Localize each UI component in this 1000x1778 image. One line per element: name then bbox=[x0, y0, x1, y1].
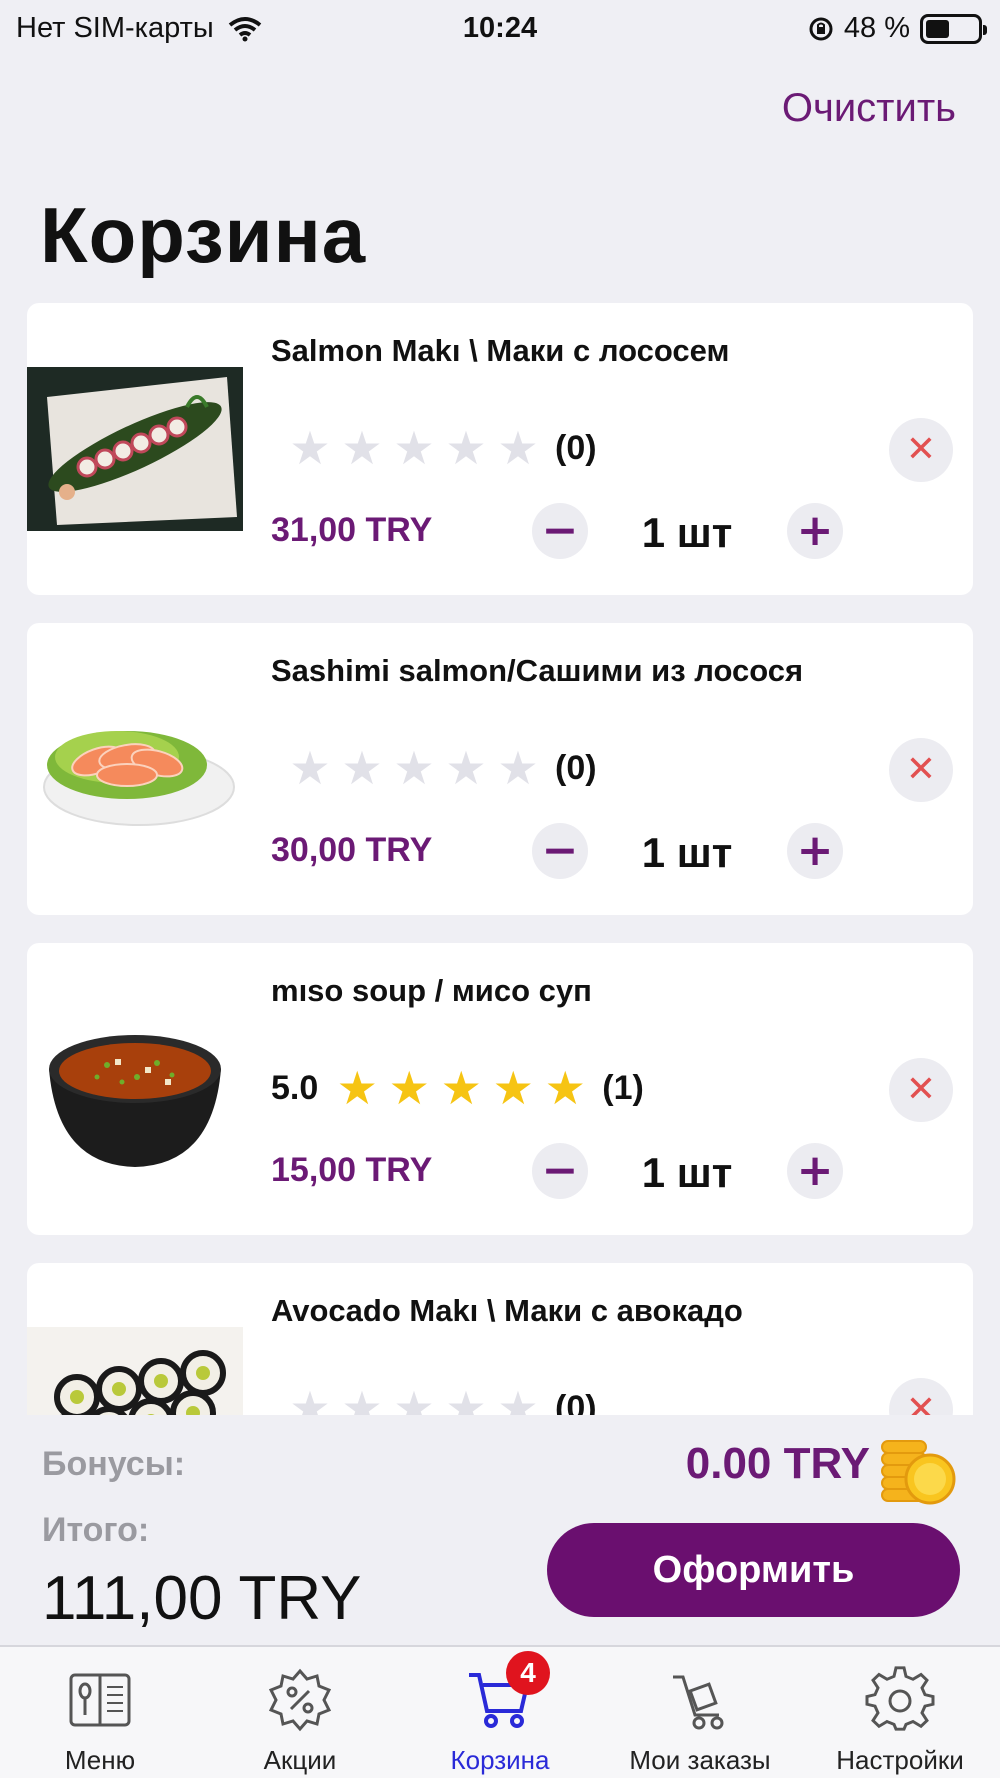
cart-list[interactable]: Salmon Makı \ Маки с лососем ★ ★ ★ ★ ★ (… bbox=[27, 303, 973, 1415]
star-icon: ★ bbox=[289, 1382, 331, 1415]
decrease-quantity-button[interactable]: − bbox=[532, 1143, 588, 1199]
cart-item[interactable]: mıso soup / мисо суп 5.0 ★ ★ ★ ★ ★ (1) 1… bbox=[27, 943, 973, 1235]
tab-label: Акции bbox=[263, 1745, 337, 1775]
star-icon: ★ bbox=[497, 1382, 539, 1415]
tab-promotions[interactable]: Акции bbox=[200, 1647, 400, 1778]
cart-item[interactable]: Avocado Makı \ Маки с авокадо ★ ★ ★ ★ ★ … bbox=[27, 1263, 973, 1415]
orientation-lock-icon bbox=[809, 17, 833, 40]
cart-item[interactable]: Sashimi salmon/Сашими из лосося ★ ★ ★ ★ … bbox=[27, 623, 973, 915]
item-name: Avocado Makı \ Маки с авокадо bbox=[271, 1293, 743, 1328]
total-value: 111,00 TRY bbox=[42, 1564, 362, 1633]
star-icon: ★ bbox=[341, 742, 383, 794]
star-icon: ★ bbox=[289, 742, 331, 794]
item-name: Sashimi salmon/Сашими из лосося bbox=[271, 653, 804, 688]
bonus-value: 0.00 TRY bbox=[685, 1439, 870, 1488]
order-summary: Бонусы: 0.00 TRY Итого: 111,00 TRY Оформ… bbox=[0, 1415, 1000, 1645]
tab-label: Мои заказы bbox=[629, 1745, 771, 1775]
star-icon: ★ bbox=[497, 422, 539, 474]
rating-stars: ★ ★ ★ ★ ★ bbox=[285, 745, 543, 791]
rating-count: (1) bbox=[602, 1068, 644, 1107]
item-rating: ★ ★ ★ ★ ★ (0) bbox=[271, 425, 597, 471]
remove-item-button[interactable]: ✕ bbox=[889, 1058, 953, 1122]
item-name: mıso soup / мисо суп bbox=[271, 973, 592, 1008]
star-icon: ★ bbox=[388, 1062, 430, 1114]
star-icon: ★ bbox=[544, 1062, 586, 1114]
item-quantity: 1 шт bbox=[641, 509, 733, 556]
tab-settings[interactable]: Настройки bbox=[800, 1647, 1000, 1778]
discount-icon bbox=[268, 1668, 332, 1732]
status-bar: Нет SIM-карты 10:24 48 % bbox=[0, 0, 1000, 56]
star-icon: ★ bbox=[289, 422, 331, 474]
cart-item[interactable]: Salmon Makı \ Маки с лососем ★ ★ ★ ★ ★ (… bbox=[27, 303, 973, 595]
total-label: Итого: bbox=[42, 1511, 150, 1549]
remove-item-button[interactable]: ✕ bbox=[889, 418, 953, 482]
tab-bar: Меню Акции 4 Корзина Мои заказы Настройк… bbox=[0, 1645, 1000, 1778]
cart-badge: 4 bbox=[506, 1651, 550, 1695]
tab-menu[interactable]: Меню bbox=[0, 1647, 200, 1778]
coins-icon bbox=[881, 1440, 956, 1505]
item-quantity: 1 шт bbox=[641, 829, 733, 876]
bonus-label: Бонусы: bbox=[42, 1445, 186, 1483]
avocado-maki-photo bbox=[27, 1327, 243, 1415]
salmon-maki-photo bbox=[27, 367, 243, 531]
item-price: 15,00 TRY bbox=[271, 1151, 433, 1189]
page-title: Корзина bbox=[40, 191, 367, 279]
star-icon: ★ bbox=[445, 422, 487, 474]
item-quantity: 1 шт bbox=[641, 1149, 733, 1196]
tab-label: Меню bbox=[64, 1745, 136, 1775]
checkout-button[interactable]: Оформить bbox=[547, 1523, 960, 1617]
battery-percent: 48 % bbox=[843, 12, 910, 44]
menu-book-icon bbox=[69, 1673, 131, 1727]
decrease-quantity-button[interactable]: − bbox=[532, 823, 588, 879]
tab-label: Настройки bbox=[836, 1745, 964, 1775]
item-rating: 5.0 ★ ★ ★ ★ ★ (1) bbox=[271, 1065, 644, 1111]
remove-item-button[interactable]: ✕ bbox=[889, 1378, 953, 1415]
tab-my-orders[interactable]: Мои заказы bbox=[600, 1647, 800, 1778]
increase-quantity-button[interactable]: + bbox=[787, 1143, 843, 1199]
star-icon: ★ bbox=[393, 742, 435, 794]
star-icon: ★ bbox=[497, 742, 539, 794]
item-rating: ★ ★ ★ ★ ★ (0) bbox=[271, 1385, 597, 1416]
rating-count: (0) bbox=[555, 1388, 597, 1416]
rating-stars: ★ ★ ★ ★ ★ bbox=[285, 1385, 543, 1415]
remove-item-button[interactable]: ✕ bbox=[889, 738, 953, 802]
orders-cart-icon bbox=[673, 1675, 724, 1730]
tab-label: Корзина bbox=[450, 1745, 550, 1775]
item-rating: ★ ★ ★ ★ ★ (0) bbox=[271, 745, 597, 791]
rating-count: (0) bbox=[555, 748, 597, 787]
item-price: 30,00 TRY bbox=[271, 831, 433, 869]
increase-quantity-button[interactable]: + bbox=[787, 823, 843, 879]
increase-quantity-button[interactable]: + bbox=[787, 503, 843, 559]
tab-cart[interactable]: 4 Корзина bbox=[400, 1647, 600, 1778]
battery-icon bbox=[920, 13, 987, 44]
star-icon: ★ bbox=[445, 742, 487, 794]
star-icon: ★ bbox=[440, 1062, 482, 1114]
star-icon: ★ bbox=[341, 1382, 383, 1415]
rating-stars: ★ ★ ★ ★ ★ bbox=[285, 425, 543, 471]
decrease-quantity-button[interactable]: − bbox=[532, 503, 588, 559]
star-icon: ★ bbox=[393, 422, 435, 474]
star-icon: ★ bbox=[492, 1062, 534, 1114]
gear-icon bbox=[865, 1666, 935, 1731]
item-price: 31,00 TRY bbox=[271, 511, 433, 549]
clear-cart-button[interactable]: Очистить bbox=[782, 86, 956, 131]
item-name: Salmon Makı \ Маки с лососем bbox=[271, 333, 730, 368]
rating-score: 5.0 bbox=[271, 1068, 319, 1107]
star-icon: ★ bbox=[445, 1382, 487, 1415]
rating-count: (0) bbox=[555, 428, 597, 467]
sashimi-photo bbox=[27, 687, 243, 851]
rating-stars: ★ ★ ★ ★ ★ bbox=[332, 1065, 590, 1111]
star-icon: ★ bbox=[336, 1062, 378, 1114]
status-right: 48 % bbox=[808, 12, 987, 45]
star-icon: ★ bbox=[341, 422, 383, 474]
miso-soup-photo bbox=[27, 1007, 243, 1171]
star-icon: ★ bbox=[393, 1382, 435, 1415]
